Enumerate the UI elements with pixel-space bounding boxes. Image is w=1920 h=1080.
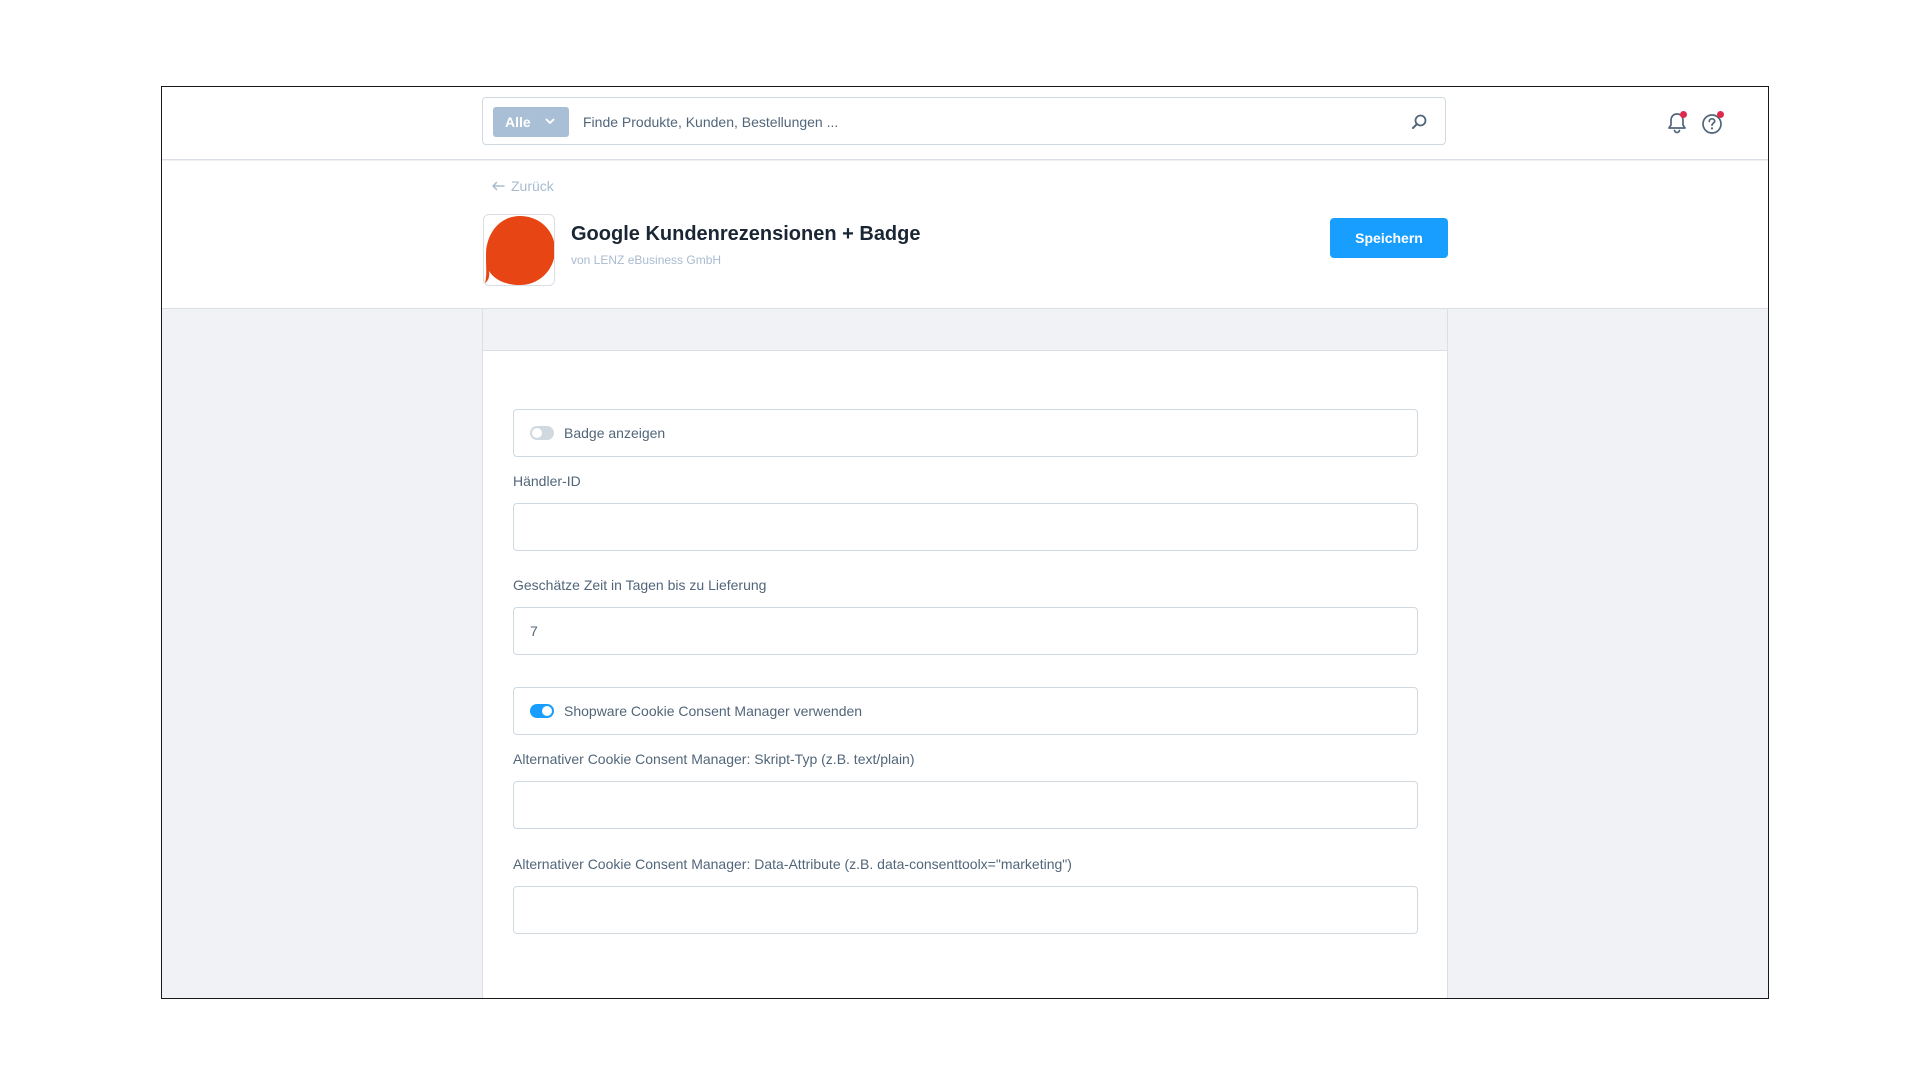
- notifications-button[interactable]: [1664, 110, 1690, 136]
- merchant-id-field: [513, 503, 1418, 551]
- search-icon[interactable]: [1409, 112, 1429, 132]
- card-header: [483, 309, 1447, 351]
- delivery-days-field: [513, 607, 1418, 655]
- chevron-down-icon: [545, 118, 555, 124]
- settings-card: Badge anzeigen Händler-ID Geschätze Zeit…: [482, 309, 1448, 998]
- save-button[interactable]: Speichern: [1330, 218, 1448, 258]
- badge-toggle-switch[interactable]: [530, 426, 554, 440]
- search-type-dropdown[interactable]: Alle: [493, 107, 569, 137]
- badge-toggle-field[interactable]: Badge anzeigen: [513, 409, 1418, 457]
- page-header: Zurück Google Kundenrezensionen + Badge …: [162, 161, 1768, 309]
- arrow-left-icon: [492, 181, 505, 191]
- merchant-id-input[interactable]: [514, 504, 1417, 550]
- search-type-label: Alle: [505, 114, 531, 130]
- help-button[interactable]: [1700, 110, 1726, 136]
- data-attribute-field: [513, 886, 1418, 934]
- back-link[interactable]: Zurück: [491, 178, 554, 194]
- script-type-field: [513, 781, 1418, 829]
- cookie-toggle-switch[interactable]: [530, 704, 554, 718]
- back-label: Zurück: [511, 178, 554, 194]
- badge-toggle-label: Badge anzeigen: [564, 425, 666, 441]
- cookie-toggle-field[interactable]: Shopware Cookie Consent Manager verwende…: [513, 687, 1418, 735]
- speech-bubble-logo: [485, 216, 554, 285]
- script-type-input[interactable]: [514, 782, 1417, 828]
- app-window: Alle Finde Produkte, Kunden, Bestellunge…: [161, 86, 1769, 999]
- notification-dot: [1680, 111, 1687, 118]
- cookie-toggle-label: Shopware Cookie Consent Manager verwende…: [564, 703, 863, 719]
- delivery-days-input[interactable]: [514, 608, 1417, 654]
- page-title: Google Kundenrezensionen + Badge: [571, 223, 921, 245]
- delivery-days-label: Geschätze Zeit in Tagen bis zu Lieferung: [513, 577, 767, 593]
- top-bar: Alle: [162, 87, 1768, 160]
- merchant-id-label: Händler-ID: [513, 473, 581, 489]
- data-attribute-input[interactable]: [514, 887, 1417, 933]
- app-logo: [483, 214, 555, 286]
- data-attribute-label: Alternativer Cookie Consent Manager: Dat…: [513, 856, 1072, 872]
- app-vendor: von LENZ eBusiness GmbH: [571, 253, 722, 267]
- search-input[interactable]: [583, 110, 1363, 134]
- help-dot: [1717, 111, 1724, 118]
- script-type-label: Alternativer Cookie Consent Manager: Skr…: [513, 751, 915, 767]
- global-search: Alle: [482, 97, 1446, 145]
